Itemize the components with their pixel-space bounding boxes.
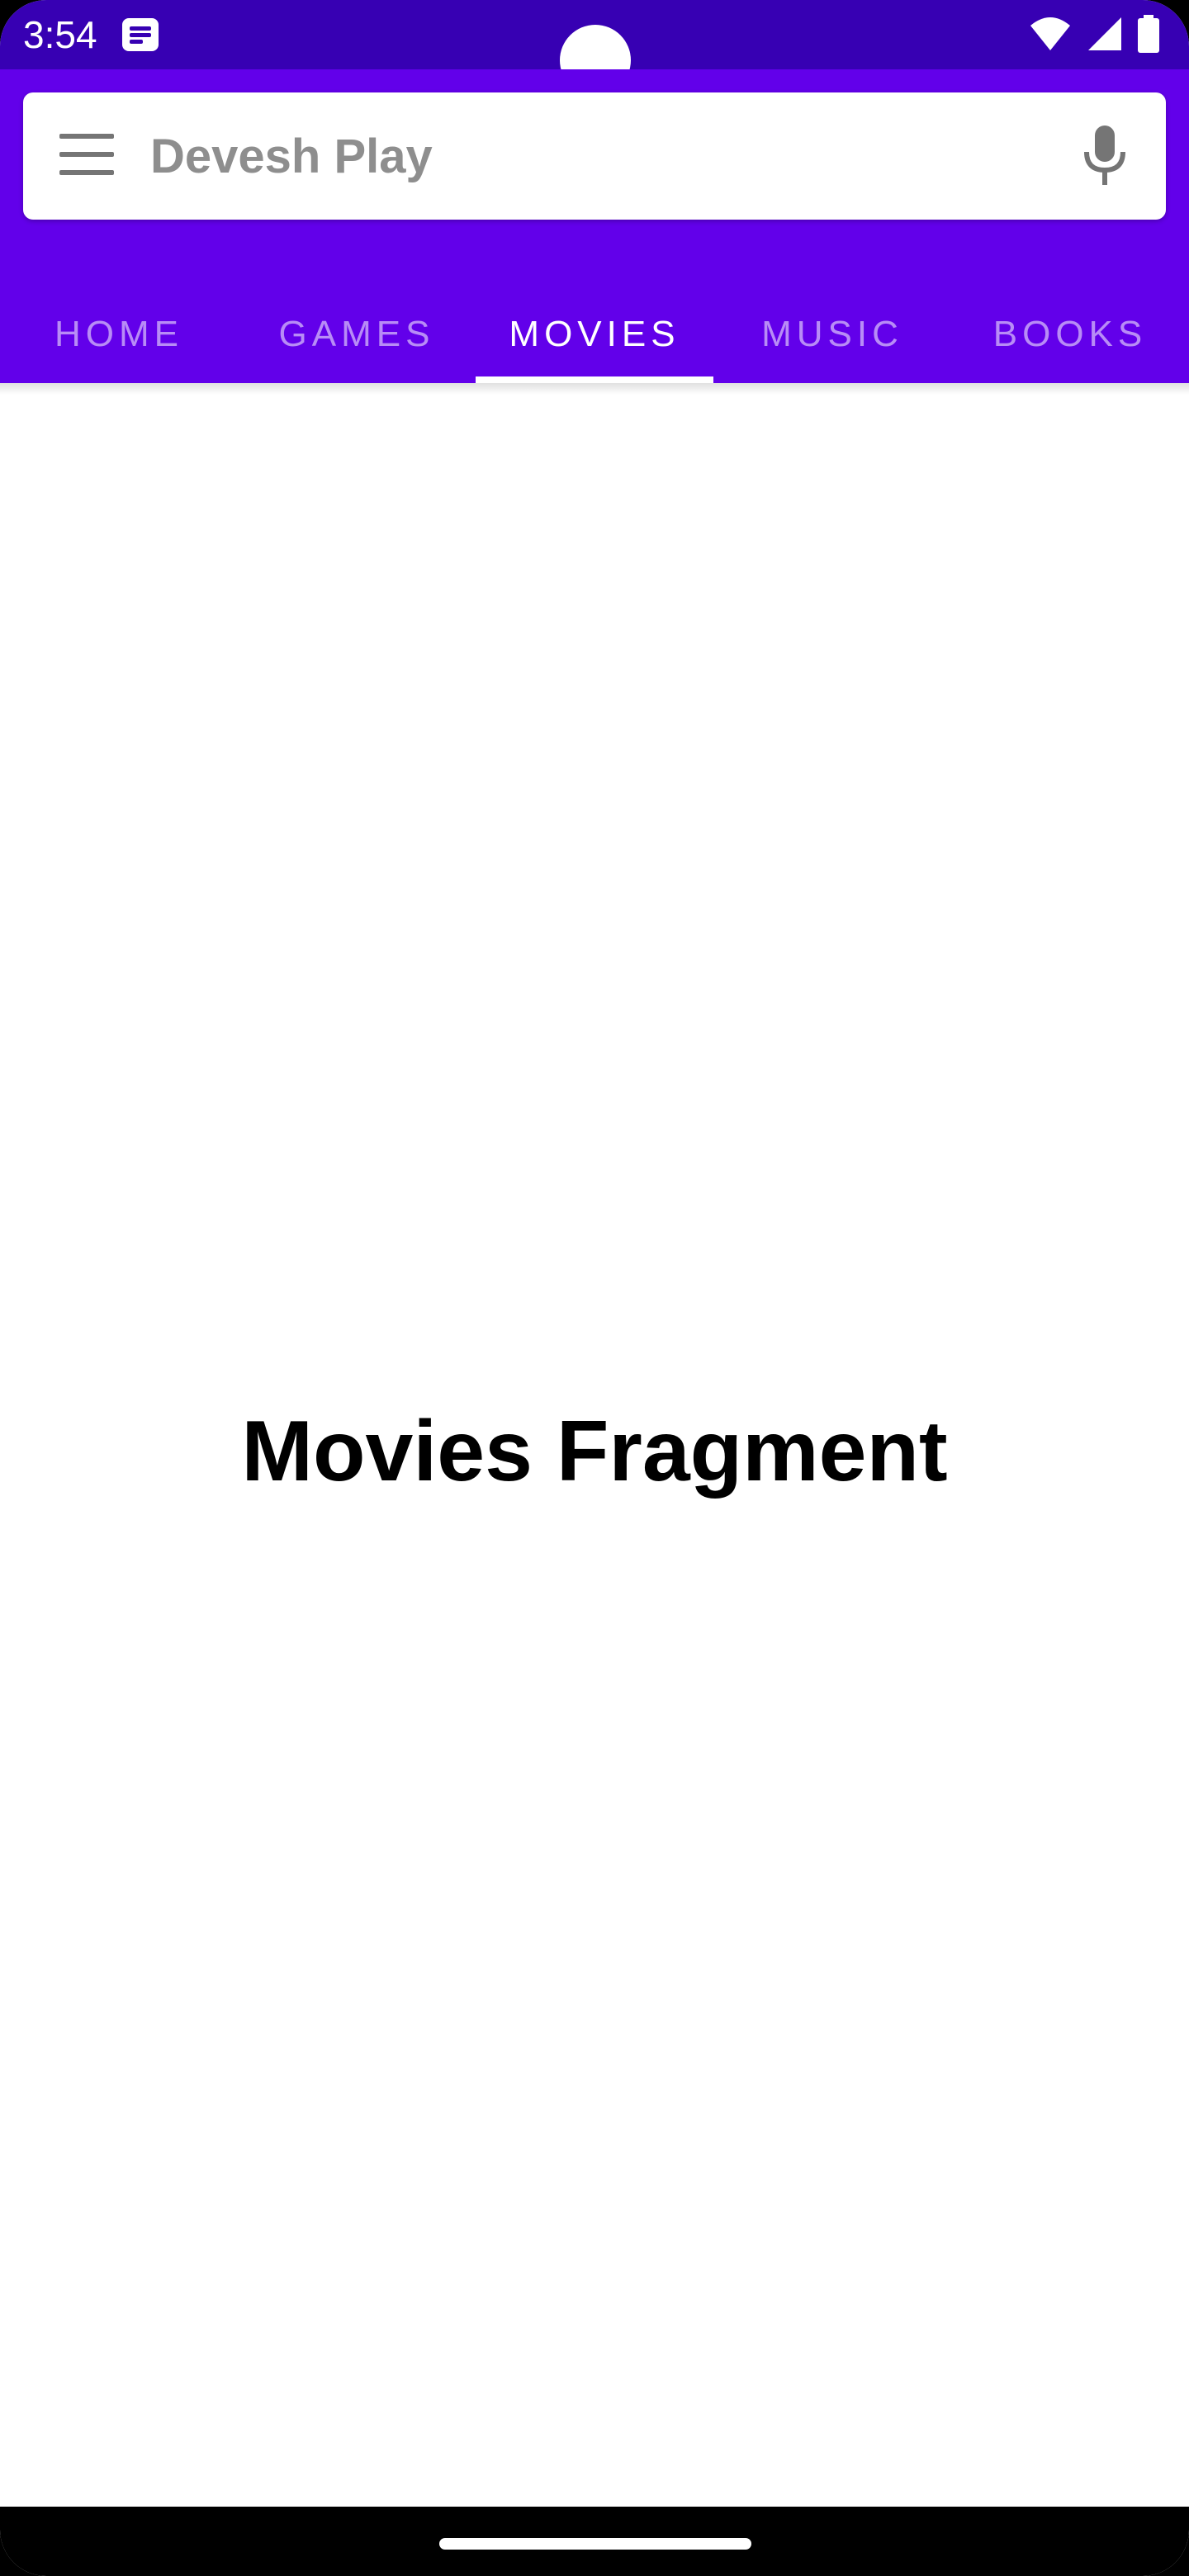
- tab-label: MOVIES: [509, 314, 680, 354]
- navigation-bar: [0, 2507, 1189, 2576]
- status-icons: [1029, 15, 1159, 53]
- microphone-icon[interactable]: [1080, 124, 1130, 187]
- fragment-content: Movies Fragment: [0, 383, 1189, 2507]
- status-time: 3:54: [23, 13, 97, 56]
- battery-icon: [1138, 15, 1159, 53]
- app-bar: Devesh Play HOME GAMES MOVIES MUSIC BOOK…: [0, 69, 1189, 383]
- tab-books[interactable]: BOOKS: [951, 286, 1189, 383]
- fragment-label: Movies Fragment: [241, 1403, 948, 1499]
- tab-label: BOOKS: [992, 314, 1148, 354]
- tab-movies[interactable]: MOVIES: [476, 286, 713, 383]
- app-screen: 3:54 Devesh Play HOME GAMES MOVIES MUSIC…: [0, 0, 1189, 2576]
- tab-label: MUSIC: [761, 314, 903, 354]
- tab-bar: HOME GAMES MOVIES MUSIC BOOKS: [0, 286, 1189, 383]
- cell-signal-icon: [1088, 17, 1121, 50]
- search-bar[interactable]: Devesh Play: [23, 92, 1166, 220]
- home-gesture-handle[interactable]: [439, 2538, 751, 2550]
- tab-label: HOME: [54, 314, 183, 354]
- active-tab-indicator: [476, 376, 713, 383]
- tab-home[interactable]: HOME: [0, 286, 238, 383]
- search-title[interactable]: Devesh Play: [150, 129, 433, 185]
- wifi-icon: [1030, 17, 1070, 50]
- tab-label: GAMES: [278, 314, 435, 354]
- tab-games[interactable]: GAMES: [238, 286, 476, 383]
- message-notification-icon: [122, 18, 159, 51]
- tab-music[interactable]: MUSIC: [713, 286, 951, 383]
- hamburger-menu-icon[interactable]: [59, 134, 114, 177]
